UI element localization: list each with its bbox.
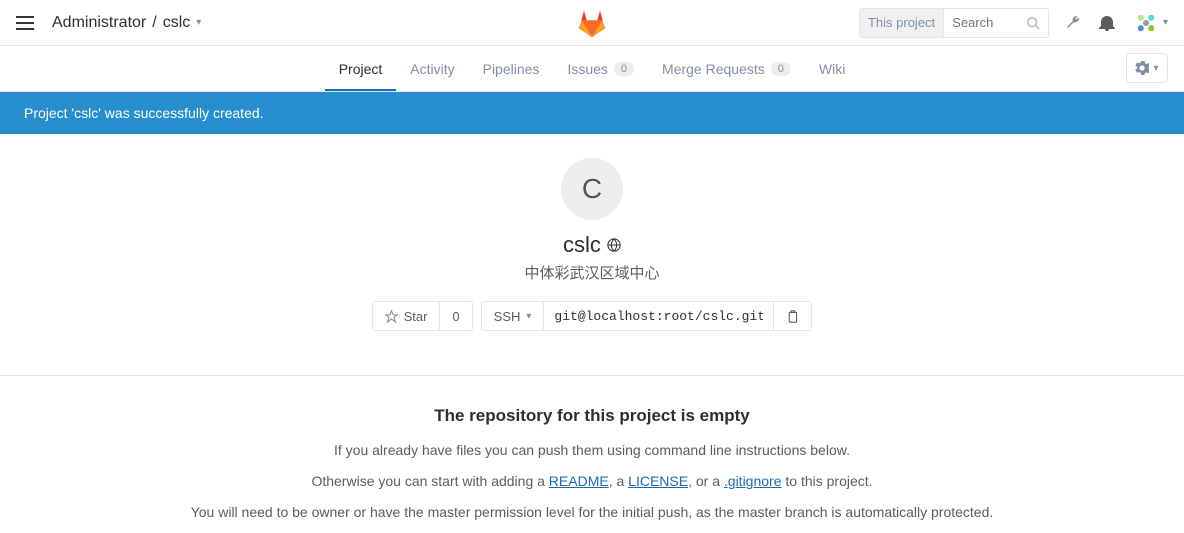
wrench-icon[interactable] [1065,15,1083,31]
mr-count-badge: 0 [771,62,791,76]
project-title: cslc [563,232,621,258]
clone-url-input[interactable] [544,301,774,331]
star-button-group: Star 0 [372,301,473,331]
breadcrumb-owner-link[interactable]: Administrator [52,14,146,32]
project-home-panel: C cslc 中体彩武汉区域中心 Star 0 SSH ▾ [0,134,1184,351]
top-header: Administrator / cslc ▾ This project [0,0,1184,46]
star-button[interactable]: Star [372,301,441,331]
user-avatar-icon [1133,10,1159,36]
chevron-down-icon: ▾ [1163,17,1168,28]
breadcrumb-separator: / [152,14,156,32]
star-count[interactable]: 0 [440,301,472,331]
chevron-down-icon: ▾ [526,311,531,322]
issues-count-badge: 0 [614,62,634,76]
project-settings-dropdown[interactable]: ▾ [1126,53,1168,83]
chevron-down-icon[interactable]: ▾ [196,17,201,28]
tab-wiki[interactable]: Wiki [805,46,859,91]
header-right-group: This project ▾ [859,8,1168,38]
project-nav-tabs: Project Activity Pipelines Issues 0 Merg… [0,46,1184,92]
gear-icon [1135,61,1149,75]
project-name: cslc [563,232,601,258]
tab-mr-label: Merge Requests [662,61,765,77]
empty-line-addfiles: Otherwise you can start with adding a RE… [40,471,1144,492]
empty-line-push: If you already have files you can push t… [40,440,1144,461]
user-menu[interactable]: ▾ [1133,10,1168,36]
tab-issues[interactable]: Issues 0 [553,46,648,91]
license-link[interactable]: LICENSE [628,473,688,489]
clipboard-icon [786,310,799,323]
hamburger-menu-icon[interactable] [16,16,34,30]
search-scope-label[interactable]: This project [860,9,944,37]
star-label: Star [404,309,428,324]
globe-icon [607,238,621,252]
tab-pipelines[interactable]: Pipelines [469,46,554,91]
copy-url-button[interactable] [774,301,812,331]
search-box: This project [859,8,1049,38]
bell-icon[interactable] [1099,15,1117,31]
clone-protocol-dropdown[interactable]: SSH ▾ [481,301,545,331]
empty-repo-section: The repository for this project is empty… [0,376,1184,523]
search-icon[interactable] [1026,16,1048,30]
empty-heading: The repository for this project is empty [40,406,1144,426]
tab-merge-requests[interactable]: Merge Requests 0 [648,46,805,91]
project-description: 中体彩武汉区域中心 [0,262,1184,283]
star-icon [385,310,398,323]
gitlab-logo-icon[interactable] [574,5,610,41]
tab-issues-label: Issues [567,61,607,77]
flash-success-message: Project 'cslc' was successfully created. [0,92,1184,134]
project-avatar: C [561,158,623,220]
empty-line-permission: You will need to be owner or have the ma… [40,502,1144,523]
gitignore-link[interactable]: .gitignore [724,473,782,489]
readme-link[interactable]: README [549,473,609,489]
breadcrumb-project-link[interactable]: cslc [163,14,191,32]
chevron-down-icon: ▾ [1153,63,1158,74]
tab-activity[interactable]: Activity [396,46,468,91]
clone-group: SSH ▾ [481,301,813,331]
project-action-row: Star 0 SSH ▾ [0,301,1184,331]
tab-project[interactable]: Project [325,46,397,91]
search-input[interactable] [944,15,1026,30]
breadcrumb: Administrator / cslc ▾ [52,14,201,32]
clone-protocol-label: SSH [494,309,521,324]
